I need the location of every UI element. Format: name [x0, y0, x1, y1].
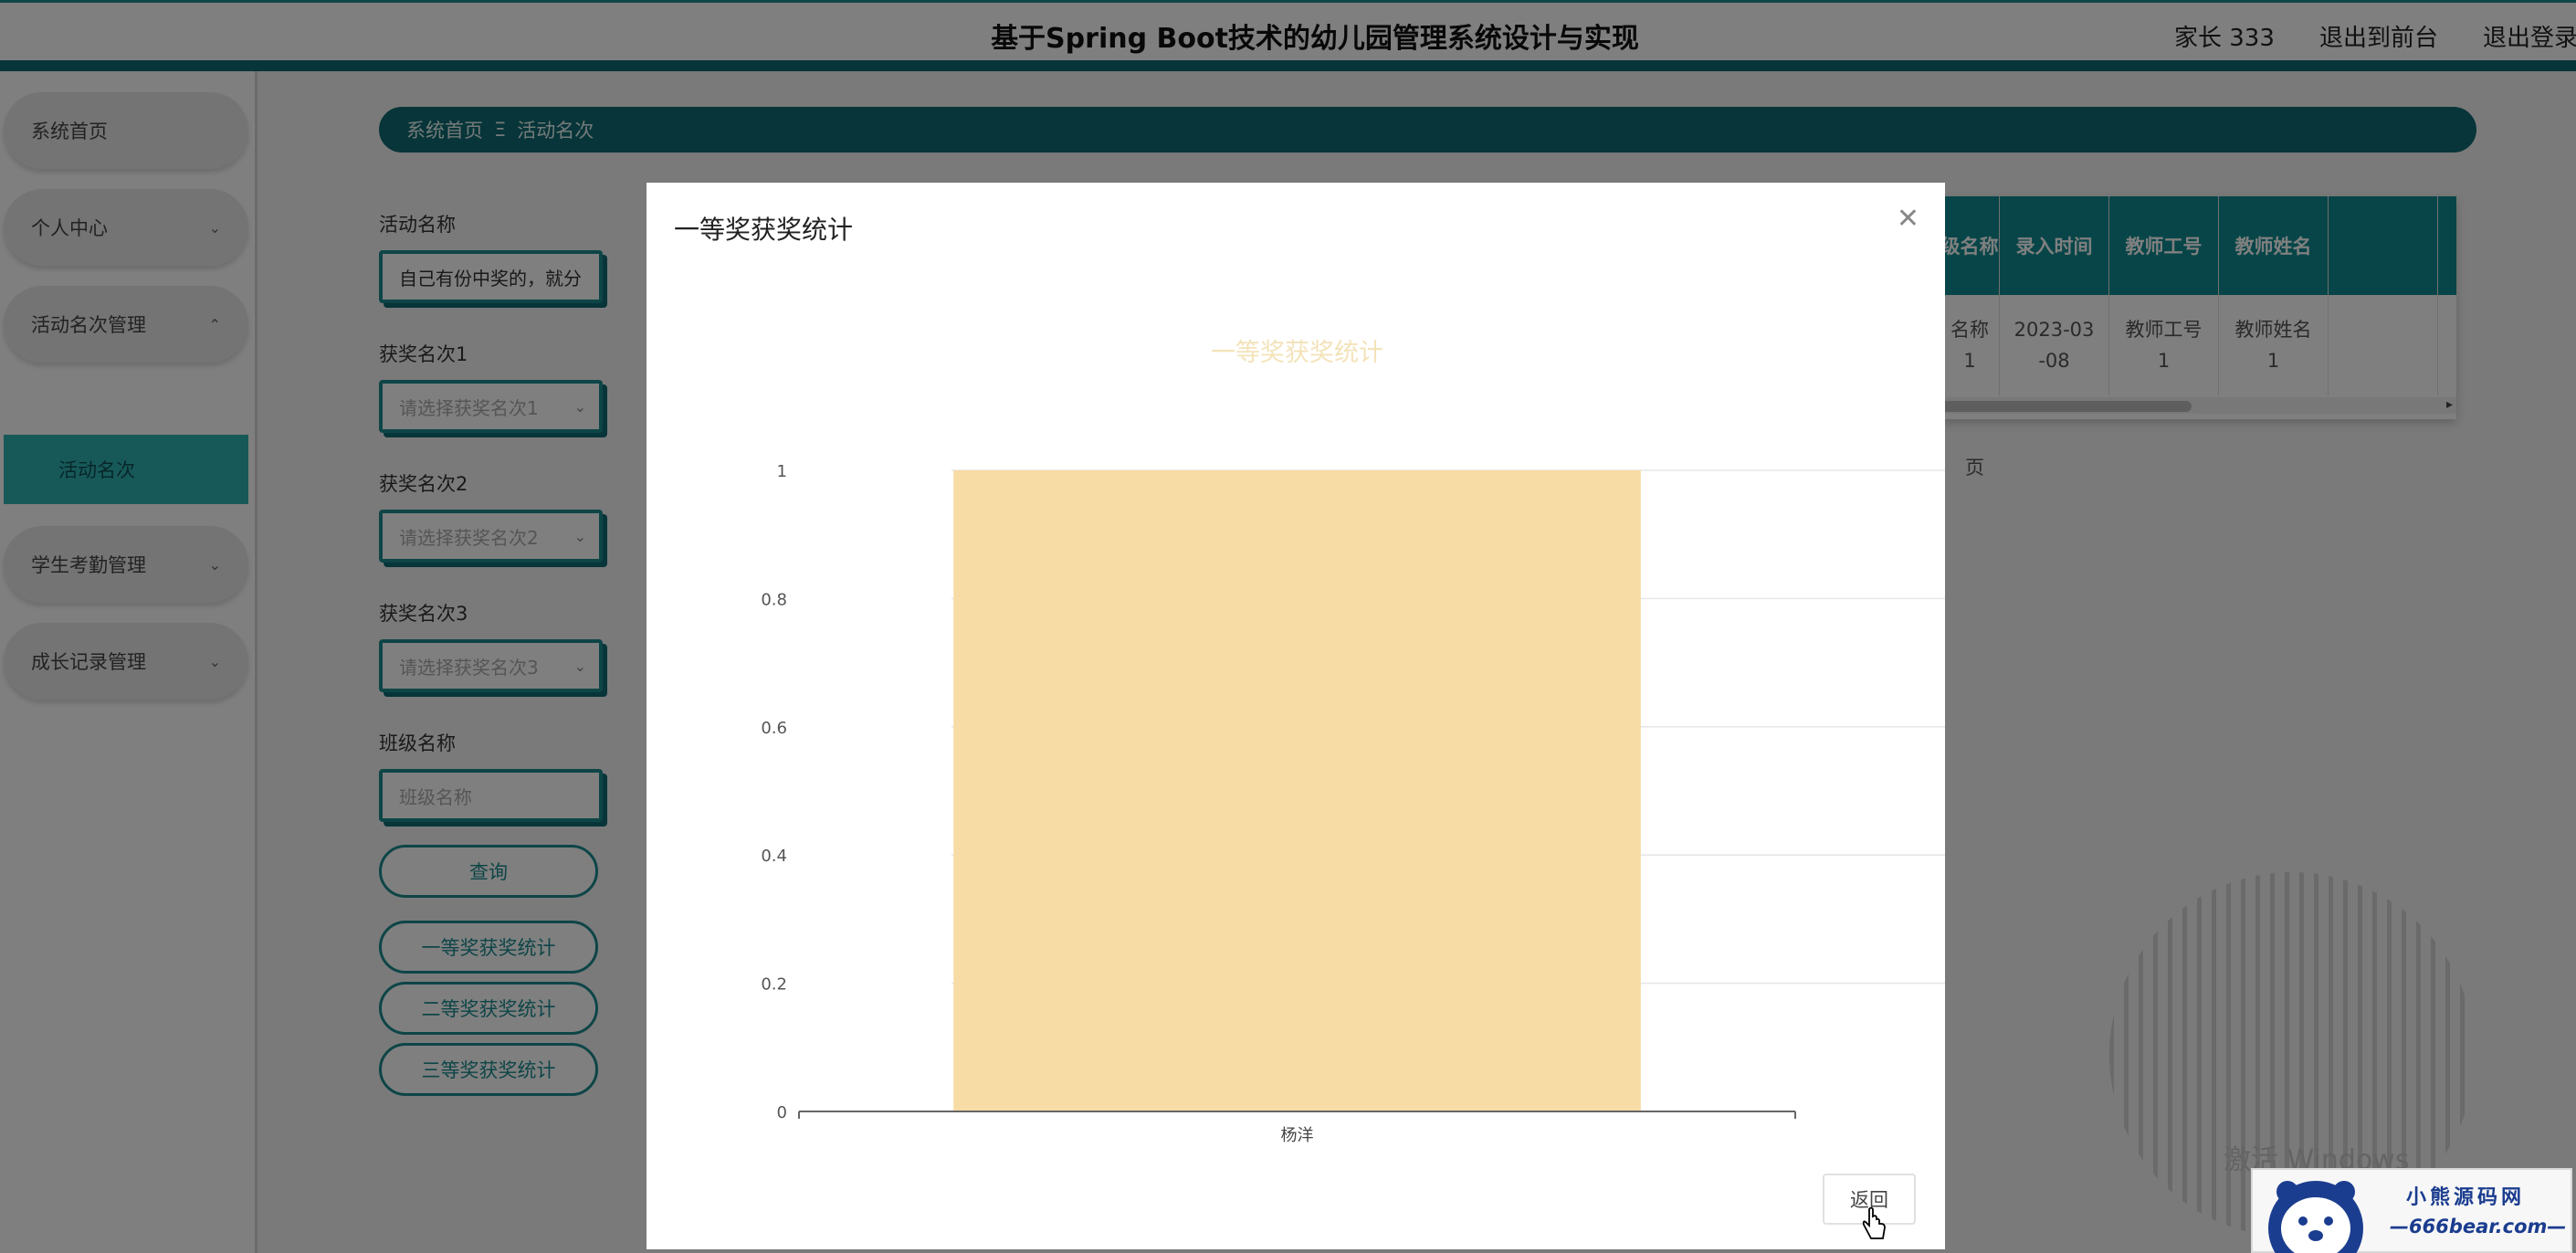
y-tick-label: 0.6: [761, 719, 787, 738]
y-tick-label: 0: [777, 1103, 787, 1122]
site-logo: 小熊源码网 —666bear.com—: [2251, 1168, 2572, 1253]
chart-title: 一等奖获奖统计: [1211, 339, 1383, 367]
bear-logo-icon: [2268, 1181, 2363, 1253]
y-tick-label: 1: [777, 462, 787, 481]
stats-dialog: 一等奖获奖统计 ✕ 一等奖获奖统计 0 0.2 0.4 0.6 0.8 1 杨洋 返回: [647, 183, 1945, 1249]
logo-text-line2: —666bear.com—: [2390, 1216, 2567, 1237]
hand-cursor-icon: [1862, 1207, 1886, 1239]
logo-text-line1: 小熊源码网: [2406, 1185, 2526, 1209]
y-tick-label: 0.8: [761, 590, 787, 609]
bar: [953, 470, 1641, 1111]
dialog-title: 一等奖获奖统计: [674, 215, 854, 245]
x-tick-label: 杨洋: [1281, 1126, 1314, 1145]
y-tick-label: 0.4: [761, 847, 787, 866]
close-icon[interactable]: ✕: [1897, 203, 1919, 235]
bar-chart: 一等奖获奖统计 0 0.2 0.4 0.6 0.8 1 杨洋: [761, 339, 1945, 1145]
y-tick-label: 0.2: [761, 975, 787, 995]
